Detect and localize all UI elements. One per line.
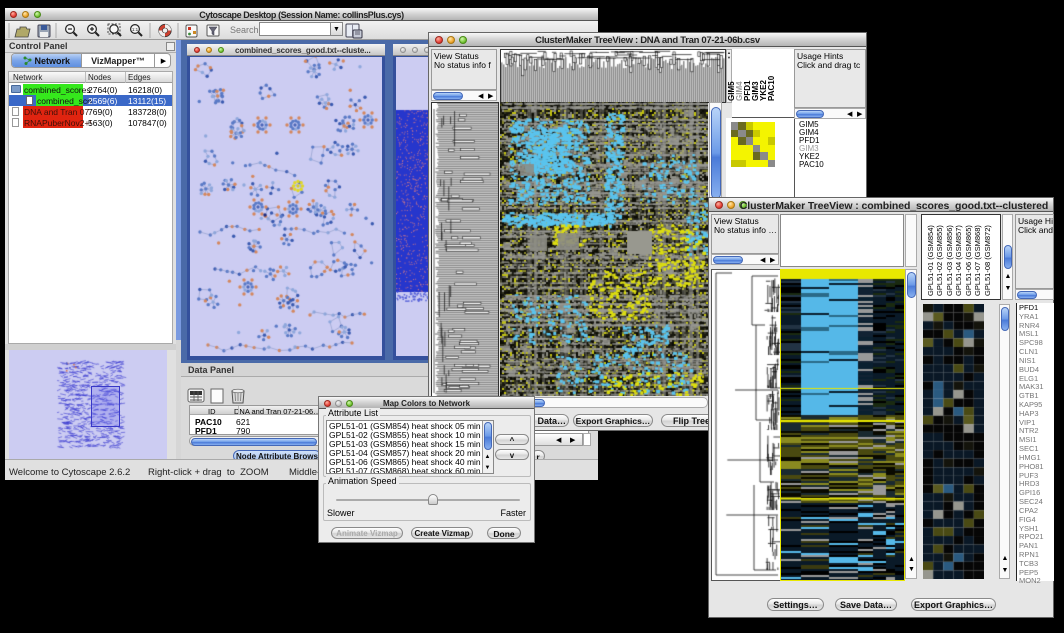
svg-text:1:1: 1:1 — [132, 27, 139, 32]
